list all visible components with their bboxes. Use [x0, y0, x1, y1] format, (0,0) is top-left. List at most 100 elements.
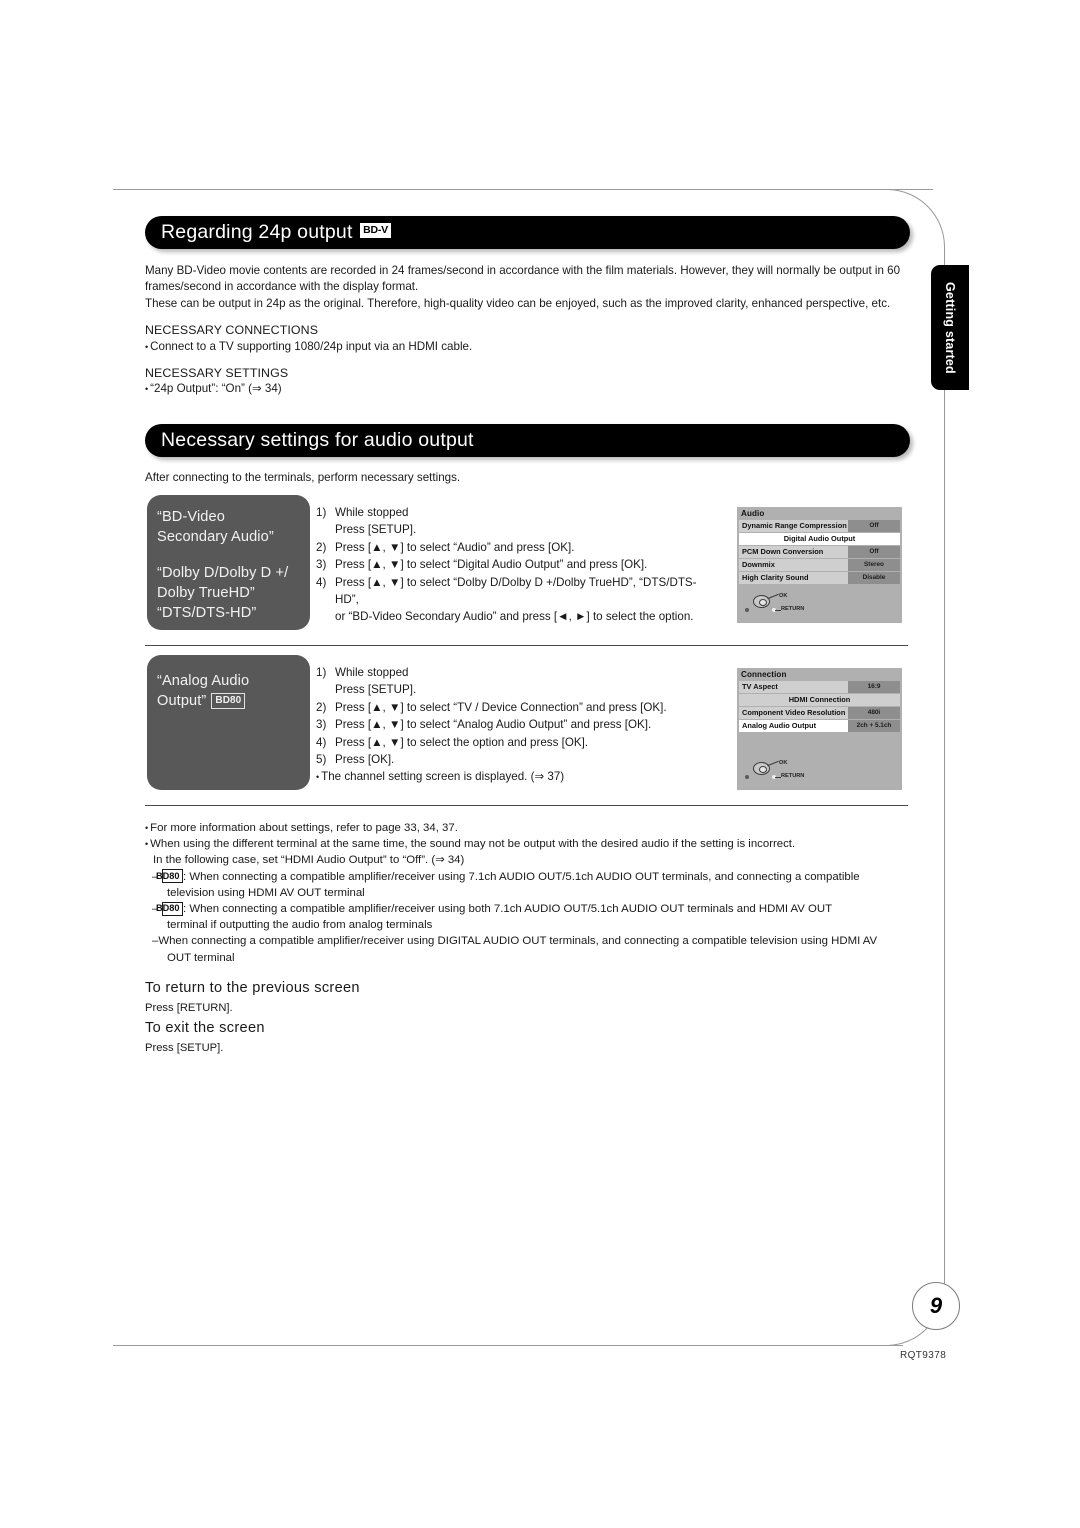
note-dash-2-line-2: terminal if outputting the audio from an…	[167, 919, 433, 932]
osd-title: Audio	[741, 509, 765, 518]
dpad-return-label: RETURN	[781, 773, 805, 779]
step-item: 4) Press [▲, ▼] to select the option and…	[316, 734, 726, 751]
osd-row-pcm-down-conversion[interactable]: PCM Down Conversion Off	[739, 546, 900, 558]
step-number: 5)	[316, 753, 327, 767]
closing-heading-return: To return to the previous screen	[145, 980, 360, 996]
osd-screen-audio: Audio Dynamic Range Compression Off Digi…	[737, 507, 902, 623]
step-item: 2) Press [▲, ▼] to select “TV / Device C…	[316, 699, 726, 716]
section-heading-24p-output: Regarding 24p output BD-V	[145, 216, 910, 249]
note-dash-3-text: When connecting a compatible amplifier/r…	[158, 935, 878, 948]
step-number: 3)	[316, 718, 327, 732]
osd-row-value: Disable	[848, 572, 900, 584]
dpad-leader-ok	[767, 593, 779, 600]
dpad-ok-label: OK	[779, 760, 788, 766]
section1-body: Many BD-Video movie contents are recorde…	[145, 263, 905, 398]
osd-row-dynamic-range-compression[interactable]: Dynamic Range Compression Off	[739, 520, 900, 532]
bd80-badge: BD80	[211, 693, 246, 709]
step-item: 4) Press [▲, ▼] to select “Dolby D/Dolby…	[316, 574, 716, 609]
note-dash-3: –When connecting a compatible amplifier/…	[152, 935, 878, 948]
step-item: 5) Press [OK].	[316, 751, 726, 768]
note-dash-2-text: : When connecting a compatible amplifier…	[183, 903, 833, 916]
step-text: Press [OK].	[335, 753, 395, 767]
section2-intro: After connecting to the terminals, perfo…	[145, 471, 461, 484]
chapter-tab-label: Getting started	[943, 281, 957, 374]
note-dash-1-text: : When connecting a compatible amplifier…	[183, 870, 860, 883]
closing-sub-return: Press [RETURN].	[145, 1002, 233, 1014]
osd-row-high-clarity-sound[interactable]: High Clarity Sound Disable	[739, 572, 900, 584]
osd-row-value: 480i	[848, 707, 900, 719]
page-frame-bottom-rule	[113, 1345, 903, 1346]
closing-heading-exit: To exit the screen	[145, 1020, 265, 1036]
gb2-line-1: “Analog Audio	[157, 673, 250, 689]
osd-row-label: High Clarity Sound	[739, 572, 848, 584]
osd-row-hdmi-connection[interactable]: HDMI Connection	[739, 694, 900, 706]
step-number: 1)	[316, 506, 327, 519]
osd-row-value: Off	[848, 520, 900, 532]
step-number: 2)	[316, 540, 327, 554]
setting-label-block-analog-audio-output: “Analog Audio Output” BD80	[147, 655, 310, 790]
note-dash-1-line-2: television using HDMI AV OUT terminal	[167, 886, 365, 899]
section-heading-title: Regarding 24p output	[161, 221, 353, 243]
gb2-line-2: Output”	[157, 693, 207, 709]
step-text: Press [▲, ▼] to select “TV / Device Conn…	[335, 700, 667, 714]
necessary-connections-heading: NECESSARY CONNECTIONS	[145, 323, 319, 338]
step-text: While stopped	[335, 506, 409, 519]
step-text: Press [▲, ▼] to select “Digital Audio Ou…	[335, 558, 648, 572]
step-item: 3) Press [▲, ▼] to select “Digital Audio…	[316, 556, 716, 573]
section-heading-title-2: Necessary settings for audio output	[161, 429, 474, 451]
osd-row-value: 16:9	[848, 681, 900, 693]
step-text: While stopped	[335, 666, 409, 679]
step-text: Press [▲, ▼] to select the option and pr…	[335, 735, 589, 749]
dpad-icon: OK RETURN	[745, 593, 825, 617]
osd-row-label: TV Aspect	[739, 681, 848, 693]
osd-row-value: Off	[848, 546, 900, 558]
step-text: Press [▲, ▼] to select “Analog Audio Out…	[335, 718, 652, 732]
chapter-tab-getting-started: Getting started	[931, 265, 969, 390]
closing-sub-exit: Press [SETUP].	[145, 1042, 224, 1054]
osd-screen-connection: Connection TV Aspect 16:9 HDMI Connectio…	[737, 668, 902, 790]
osd-row-tv-aspect[interactable]: TV Aspect 16:9	[739, 681, 900, 693]
gb1-line-4: Dolby TrueHD”	[157, 585, 255, 601]
osd-row-label: Downmix	[739, 559, 848, 571]
osd-row-label: PCM Down Conversion	[739, 546, 848, 558]
osd-row-downmix[interactable]: Downmix Stereo	[739, 559, 900, 571]
gb1-line-2: Secondary Audio”	[157, 529, 274, 545]
dpad-return-label: RETURN	[781, 606, 805, 612]
bd80-badge: BD80	[156, 901, 183, 916]
note-dash-1: – BD80: When connecting a compatible amp…	[152, 869, 860, 884]
osd-row-label: Dynamic Range Compression	[739, 520, 848, 532]
dpad-leader-ok	[767, 760, 779, 767]
necessary-settings-heading: NECESSARY SETTINGS	[145, 366, 289, 381]
dpad-dot-left-icon	[745, 775, 749, 779]
osd-row-label: Analog Audio Output	[739, 720, 848, 732]
document-id: RQT9378	[900, 1350, 947, 1361]
step-item: 1) While stopped	[316, 504, 716, 521]
page-frame-right-rule	[944, 246, 945, 1311]
step-number: 1)	[316, 666, 327, 679]
osd-row-digital-audio-output[interactable]: Digital Audio Output	[739, 533, 900, 545]
step-number: 3)	[316, 558, 327, 572]
divider-rule-1	[145, 645, 908, 646]
osd-row-label: Component Video Resolution	[739, 707, 848, 719]
step-subtext: Press [SETUP].	[335, 523, 417, 537]
step-item: 3) Press [▲, ▼] to select “Analog Audio …	[316, 716, 726, 733]
necessary-connections-bullet: Connect to a TV supporting 1080/24p inpu…	[145, 339, 905, 355]
note-dash-2: – BD80: When connecting a compatible amp…	[152, 901, 833, 916]
step-number: 2)	[316, 700, 327, 714]
note-bullet-1: For more information about settings, ref…	[145, 820, 910, 836]
note-bullet-2-line-2: In the following case, set “HDMI Audio O…	[153, 854, 465, 867]
osd-row-value: Stereo	[848, 559, 900, 571]
step-item: 1) While stopped	[316, 664, 726, 681]
osd-row-analog-audio-output[interactable]: Analog Audio Output 2ch + 5.1ch	[739, 720, 900, 732]
dpad-icon: OK RETURN	[745, 760, 825, 784]
setting-label-block-bd-video-secondary-audio: “BD-Video Secondary Audio” “Dolby D/Dolb…	[147, 495, 310, 630]
step-note: The channel setting screen is displayed.…	[321, 768, 726, 786]
steps-list-block1: 1) While stopped Press [SETUP]. 2) Press…	[316, 504, 716, 626]
gb1-line-1: “BD-Video	[157, 509, 225, 525]
step-text: Press [▲, ▼] to select “Dolby D/Dolby D …	[335, 575, 697, 607]
step-subtext: Press [SETUP].	[335, 683, 417, 697]
step-item: 2) Press [▲, ▼] to select “Audio” and pr…	[316, 539, 716, 556]
steps-list-block2: 1) While stopped Press [SETUP]. 2) Press…	[316, 664, 726, 787]
osd-title: Connection	[741, 670, 787, 679]
osd-row-component-video-resolution[interactable]: Component Video Resolution 480i	[739, 707, 900, 719]
